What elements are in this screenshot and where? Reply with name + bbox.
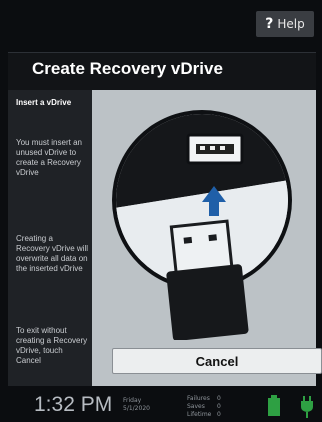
day-label: Friday	[123, 397, 142, 404]
dialog-title-bar: Create Recovery vDrive	[8, 52, 316, 91]
ac-plug-icon	[301, 396, 313, 418]
counter-value: 0	[217, 395, 221, 402]
page-title: Create Recovery vDrive	[32, 59, 223, 78]
clock-time: 1:32 PM	[34, 393, 113, 416]
counter-value: 0	[217, 411, 221, 418]
clock-date: Friday 5/1/2020	[123, 397, 165, 413]
instructions-paragraph-3: To exit without creating a Recovery vDri…	[16, 326, 88, 365]
usb-insert-illustration	[92, 90, 316, 340]
instructions-heading: Insert a vDrive	[16, 98, 72, 107]
counter-label: Failures	[187, 395, 210, 402]
counter-row: Failures 0	[187, 395, 221, 403]
counter-row: Lifetime 0	[187, 411, 221, 419]
instructions-paragraph-1: You must insert an unused vDrive to crea…	[16, 138, 82, 177]
help-icon: ?	[265, 16, 274, 32]
battery-full-icon	[268, 395, 280, 416]
usb-insert-icon	[92, 90, 316, 340]
instructions-sidebar: Insert a vDrive You must insert an unuse…	[8, 90, 92, 386]
instructions-paragraph-2: Creating a Recovery vDrive will overwrit…	[16, 234, 89, 273]
counter-row: Saves 0	[187, 403, 221, 411]
counter-label: Saves	[187, 403, 205, 410]
help-button[interactable]: ? Help	[256, 11, 314, 37]
counters: Failures 0 Saves 0 Lifetime 0	[187, 395, 221, 419]
counter-value: 0	[217, 403, 221, 410]
status-bar: 1:32 PM Friday 5/1/2020 Failures 0 Saves…	[0, 390, 322, 422]
top-bar: ? Help	[0, 0, 322, 46]
date-label: 5/1/2020	[123, 405, 150, 412]
counter-label: Lifetime	[187, 411, 212, 418]
help-label: Help	[277, 17, 305, 31]
cancel-button[interactable]: Cancel	[112, 348, 322, 374]
